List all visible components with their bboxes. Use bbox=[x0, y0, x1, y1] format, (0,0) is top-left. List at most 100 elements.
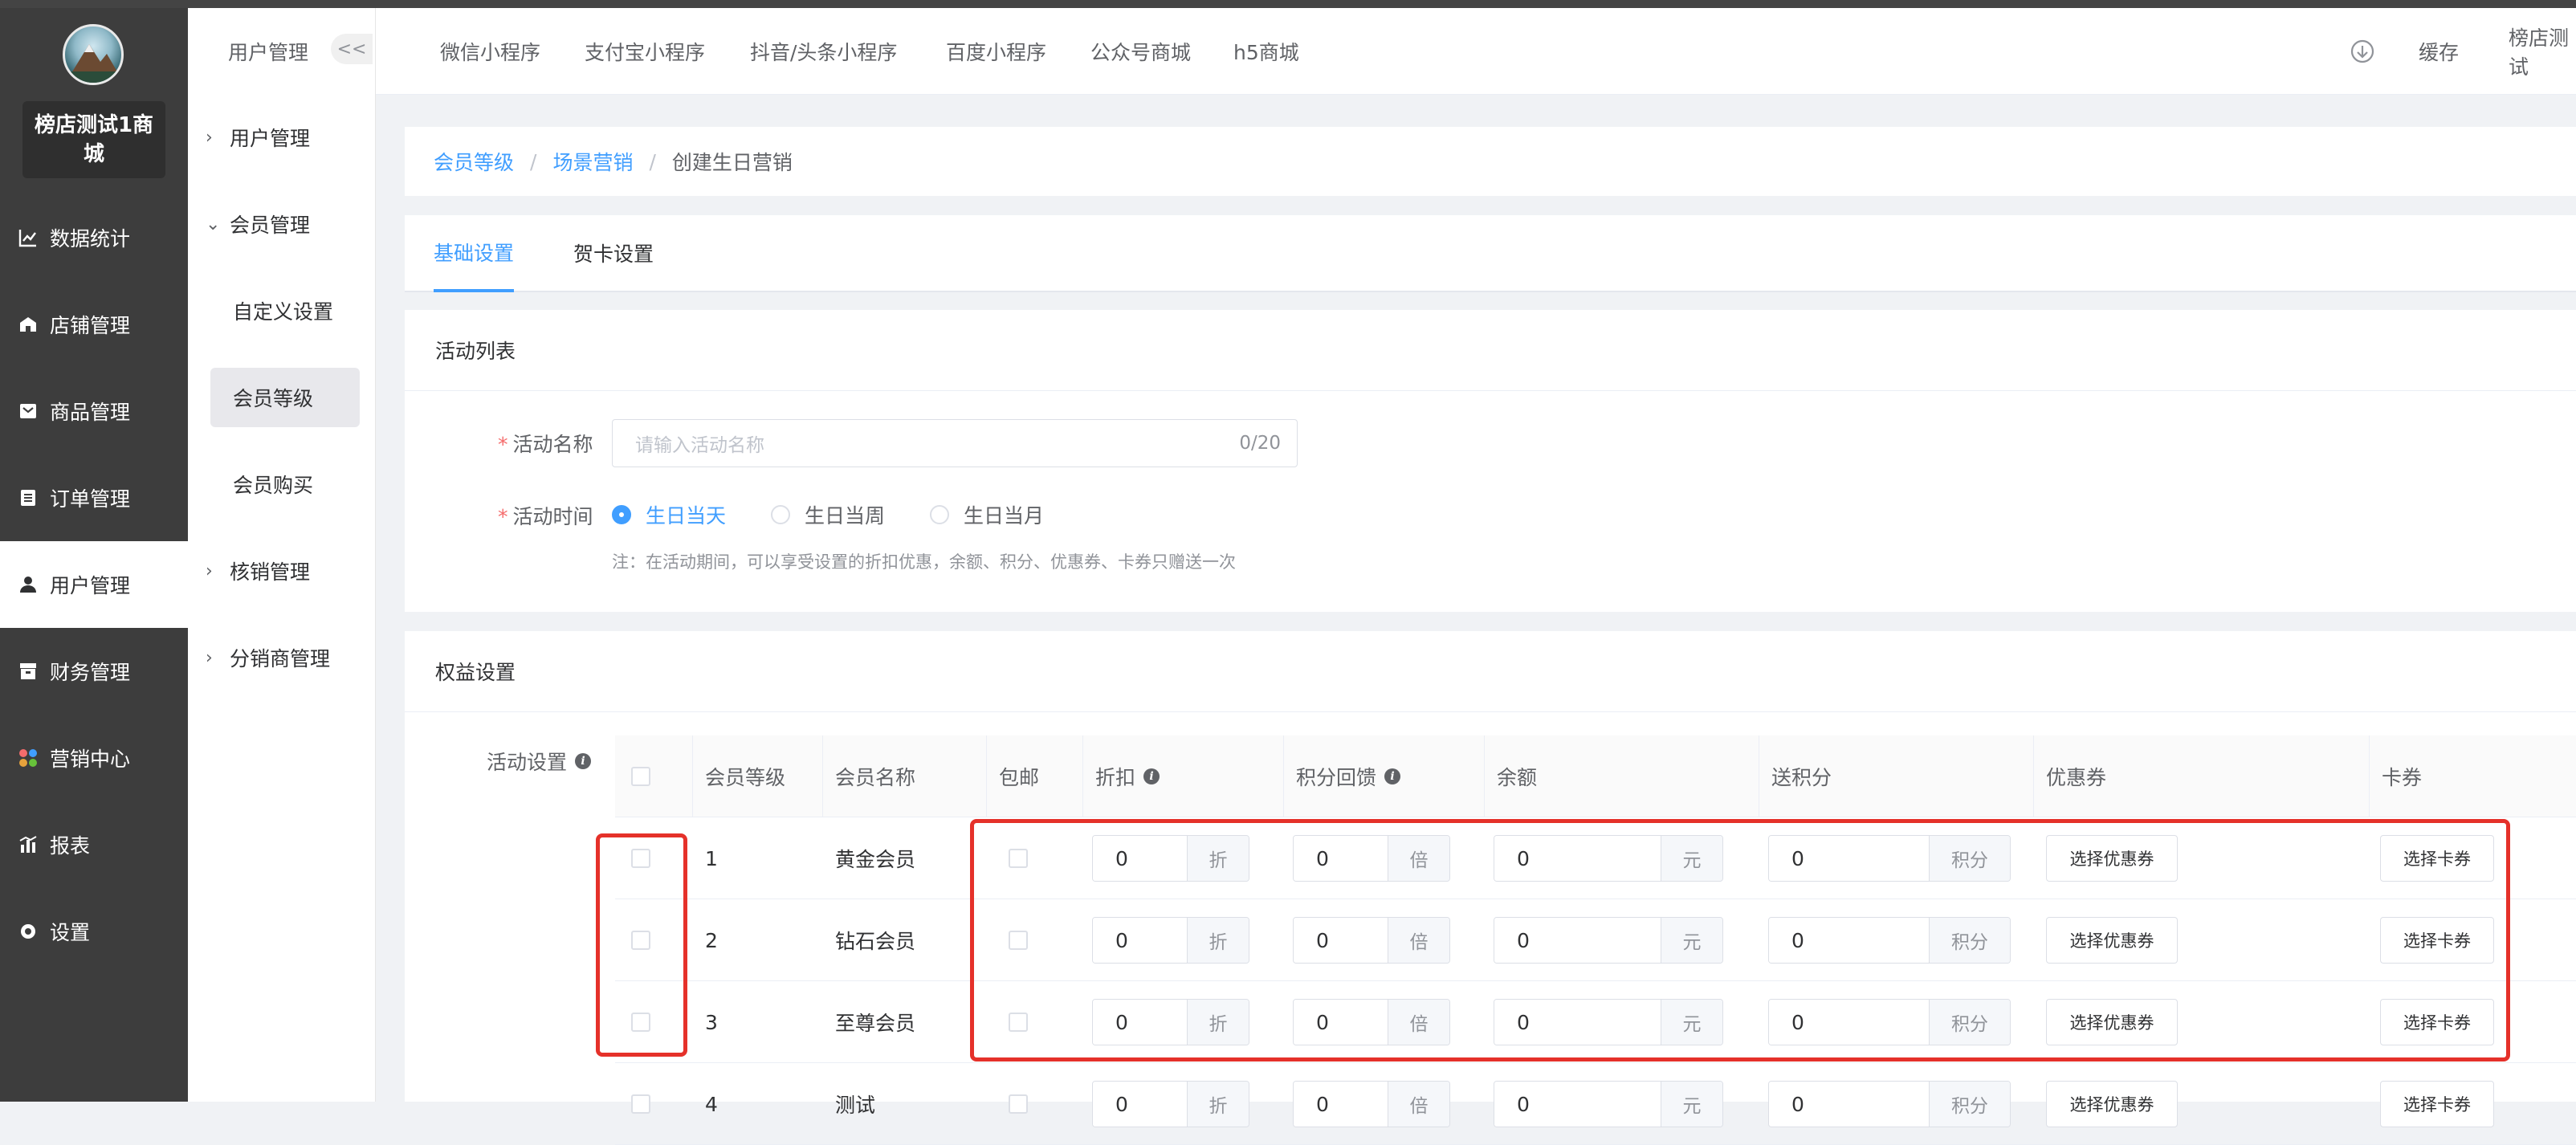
free-shipping-cell[interactable] bbox=[1009, 817, 1028, 899]
sub-item-label: 会员购买 bbox=[233, 474, 314, 497]
free-shipping-checkbox[interactable] bbox=[1009, 931, 1028, 950]
free-shipping-cell[interactable] bbox=[1009, 899, 1028, 981]
points-back-input[interactable]: 0倍 bbox=[1293, 917, 1450, 964]
topnav-tab-wechat[interactable]: 微信小程序 bbox=[440, 8, 540, 95]
sub-item-custom-settings[interactable]: 自定义设置 bbox=[210, 281, 360, 340]
discount-input[interactable]: 0折 bbox=[1092, 835, 1249, 882]
select-coupon-button[interactable]: 选择优惠券 bbox=[2046, 1081, 2178, 1127]
sub-group-label: 用户管理 bbox=[230, 127, 311, 150]
radio-birthday-month[interactable]: 生日当月 bbox=[930, 495, 1044, 535]
row-checkbox-cell[interactable] bbox=[631, 899, 650, 981]
marketing-icon bbox=[18, 748, 39, 768]
sidebar-item-settings[interactable]: 设置 bbox=[0, 888, 188, 975]
row-checkbox-cell[interactable] bbox=[631, 817, 650, 899]
settings-icon bbox=[18, 921, 39, 942]
give-points-input[interactable]: 0 积分 bbox=[1768, 1081, 2011, 1127]
row-checkbox-cell[interactable] bbox=[631, 981, 650, 1063]
points-back-input[interactable]: 0倍 bbox=[1293, 835, 1450, 882]
free-shipping-checkbox[interactable] bbox=[1009, 1094, 1028, 1114]
sidebar-item-orders[interactable]: 订单管理 bbox=[0, 454, 188, 541]
select-coupon-button[interactable]: 选择优惠券 bbox=[2046, 999, 2178, 1045]
header-discount: 折扣 i bbox=[1095, 735, 1160, 817]
sub-group-distributor[interactable]: › 分销商管理 bbox=[206, 628, 358, 687]
shop-logo[interactable] bbox=[63, 24, 124, 85]
topnav-tab-official-account[interactable]: 公众号商城 bbox=[1090, 8, 1191, 95]
row-checkbox[interactable] bbox=[631, 931, 650, 950]
sidebar-item-label: 财务管理 bbox=[50, 661, 131, 684]
radio-birthday-day[interactable]: 生日当天 bbox=[612, 495, 726, 535]
give-points-input[interactable]: 0 积分 bbox=[1768, 835, 2011, 882]
cache-button[interactable]: 缓存 bbox=[2419, 8, 2459, 95]
balance-input[interactable]: 0元 bbox=[1494, 917, 1723, 964]
sub-item-member-purchase[interactable]: 会员购买 bbox=[210, 454, 360, 514]
chevron-right-icon: › bbox=[206, 647, 213, 668]
radio-label: 生日当天 bbox=[646, 504, 727, 528]
select-coupon-button[interactable]: 选择优惠券 bbox=[2046, 917, 2178, 964]
select-card-button[interactable]: 选择卡券 bbox=[2380, 1081, 2494, 1127]
row-checkbox[interactable] bbox=[631, 1094, 650, 1114]
points-back-input[interactable]: 0倍 bbox=[1293, 999, 1450, 1045]
sidebar-item-label: 商品管理 bbox=[50, 401, 131, 424]
chevron-down-icon: ⌄ bbox=[206, 214, 221, 234]
topnav-tab-h5[interactable]: h5商城 bbox=[1233, 8, 1299, 95]
section-divider bbox=[405, 711, 2576, 712]
sidebar-item-finance[interactable]: 财务管理 bbox=[0, 628, 188, 715]
balance-input[interactable]: 0元 bbox=[1494, 835, 1723, 882]
collapse-sidebar-button[interactable]: << bbox=[331, 34, 373, 64]
sub-group-user-management[interactable]: › 用户管理 bbox=[206, 108, 358, 167]
sub-group-member-management[interactable]: ⌄ 会员管理 bbox=[206, 194, 358, 254]
sidebar-item-report[interactable]: 报表 bbox=[0, 801, 188, 888]
settings-tabs: 基础设置 贺卡设置 bbox=[405, 215, 2576, 292]
sidebar-item-users[interactable]: 用户管理 bbox=[0, 541, 188, 628]
table-row: 2 钻石会员 0折 0倍 0元 0 积分 选择优惠券 选择卡券 bbox=[615, 899, 2576, 981]
sidebar-item-marketing[interactable]: 营销中心 bbox=[0, 715, 188, 801]
topnav-tab-baidu[interactable]: 百度小程序 bbox=[946, 8, 1046, 95]
tab-basic-settings[interactable]: 基础设置 bbox=[434, 215, 515, 292]
shop-name[interactable]: 榜店测试1商城 bbox=[22, 101, 165, 178]
select-card-button[interactable]: 选择卡券 bbox=[2380, 999, 2494, 1045]
tab-card-settings[interactable]: 贺卡设置 bbox=[573, 215, 654, 291]
row-checkbox[interactable] bbox=[631, 1013, 650, 1032]
breadcrumb-scene-marketing[interactable]: 场景营销 bbox=[552, 147, 633, 176]
sub-item-member-level[interactable]: 会员等级 bbox=[210, 368, 360, 427]
member-name-cell: 至尊会员 bbox=[835, 1012, 916, 1035]
info-icon[interactable]: i bbox=[1384, 768, 1401, 784]
sub-group-verification[interactable]: › 核销管理 bbox=[206, 541, 358, 601]
radio-birthday-week[interactable]: 生日当周 bbox=[771, 495, 885, 535]
free-shipping-cell[interactable] bbox=[1009, 981, 1028, 1063]
select-all-checkbox[interactable] bbox=[631, 767, 650, 786]
sidebar-item-data-stats[interactable]: 数据统计 bbox=[0, 194, 188, 281]
row-checkbox[interactable] bbox=[631, 849, 650, 868]
topnav-tab-douyin[interactable]: 抖音/头条小程序 bbox=[750, 8, 897, 95]
sub-sidebar-title: 用户管理 bbox=[228, 41, 309, 64]
user-menu[interactable]: 榜店测试 bbox=[2509, 8, 2576, 95]
sidebar-item-label: 报表 bbox=[50, 834, 91, 858]
select-card-button[interactable]: 选择卡券 bbox=[2380, 835, 2494, 882]
balance-input[interactable]: 0元 bbox=[1494, 999, 1723, 1045]
balance-input[interactable]: 0元 bbox=[1494, 1081, 1723, 1127]
header-card: 卡券 bbox=[2382, 766, 2423, 789]
discount-input[interactable]: 0折 bbox=[1092, 917, 1249, 964]
activity-name-input[interactable]: 请输入活动名称 0/20 bbox=[612, 419, 1298, 467]
select-coupon-button[interactable]: 选择优惠券 bbox=[2046, 835, 2178, 882]
header-select-all[interactable] bbox=[631, 735, 650, 817]
chevron-right-icon: › bbox=[206, 127, 213, 148]
free-shipping-checkbox[interactable] bbox=[1009, 1013, 1028, 1032]
topnav-tab-alipay[interactable]: 支付宝小程序 bbox=[585, 8, 705, 95]
sidebar-item-store[interactable]: 店铺管理 bbox=[0, 281, 188, 368]
free-shipping-checkbox[interactable] bbox=[1009, 849, 1028, 868]
info-icon[interactable]: i bbox=[575, 753, 592, 769]
column-separator bbox=[822, 735, 823, 817]
info-icon[interactable]: i bbox=[1143, 768, 1160, 784]
free-shipping-cell[interactable] bbox=[1009, 1063, 1028, 1145]
select-card-button[interactable]: 选择卡券 bbox=[2380, 917, 2494, 964]
breadcrumb-member-level[interactable]: 会员等级 bbox=[434, 147, 514, 176]
sidebar-item-goods[interactable]: 商品管理 bbox=[0, 368, 188, 454]
give-points-input[interactable]: 0 积分 bbox=[1768, 999, 2011, 1045]
give-points-input[interactable]: 0 积分 bbox=[1768, 917, 2011, 964]
discount-input[interactable]: 0折 bbox=[1092, 999, 1249, 1045]
download-icon[interactable] bbox=[2350, 8, 2375, 95]
row-checkbox-cell[interactable] bbox=[631, 1063, 650, 1145]
discount-input[interactable]: 0折 bbox=[1092, 1081, 1249, 1127]
points-back-input[interactable]: 0倍 bbox=[1293, 1081, 1450, 1127]
